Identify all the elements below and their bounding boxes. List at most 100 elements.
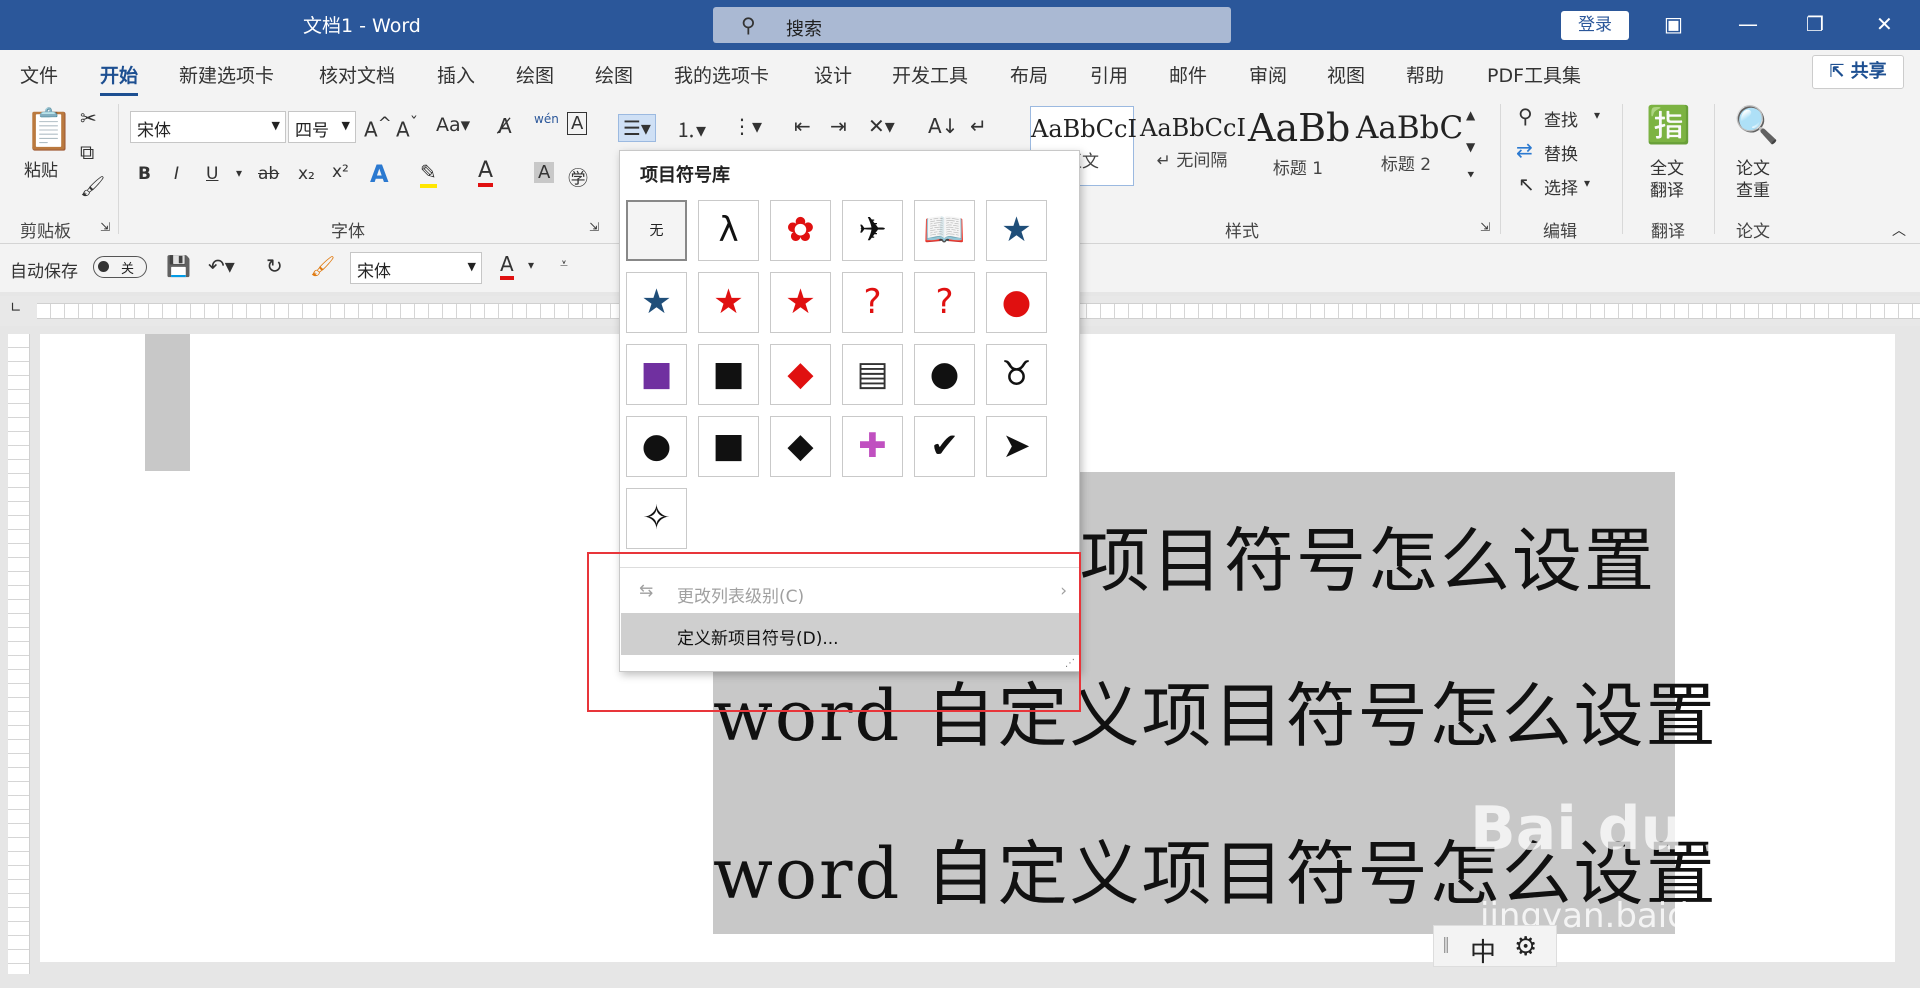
tab-draw-2[interactable]: 绘图 [595,61,633,88]
style-heading-2[interactable]: AaBbC 标题 2 [1356,106,1463,186]
restore-icon[interactable]: ❐ [1806,12,1824,36]
char-border-icon[interactable]: A [567,112,588,135]
minimize-icon[interactable]: — [1738,12,1758,36]
multilevel-list-icon[interactable]: ⋮▾ [732,114,762,138]
bullet-option[interactable]: ✔ [914,416,975,477]
bullet-option[interactable]: ✈ [842,200,903,261]
bullet-option[interactable]: ➤ [986,416,1047,477]
bullet-none[interactable]: 无 [626,200,687,261]
vertical-ruler[interactable] [8,334,30,974]
bullet-option[interactable]: ? [914,272,975,333]
bullet-option[interactable]: ◆ [770,416,831,477]
tab-layout[interactable]: 布局 [1010,61,1048,88]
autosave-toggle[interactable]: 关 [93,256,147,278]
dialog-launcher-icon[interactable]: ⇲ [589,220,599,234]
bullets-icon[interactable]: ☰▾ [618,114,656,142]
bullet-option[interactable]: ■ [698,344,759,405]
select-icon[interactable]: ↖ [1518,172,1535,196]
tab-selector-icon[interactable]: ∟ [10,300,22,316]
superscript-icon[interactable]: x² [332,162,349,182]
translate-icon[interactable]: 🈯 [1646,104,1691,146]
document-line[interactable]: 项目符号怎么设置 [1080,505,1656,606]
save-icon[interactable]: 💾 [166,254,191,278]
bullet-option[interactable]: ★ [770,272,831,333]
tab-view[interactable]: 视图 [1327,61,1365,88]
shrink-font-icon[interactable]: Aˇ [396,114,418,142]
bullet-option[interactable]: ✧ [626,488,687,549]
font-color-icon[interactable]: A [500,252,514,280]
style-heading-1[interactable]: AaBb 标题 1 [1248,106,1350,186]
bullet-option[interactable]: ★ [698,272,759,333]
chevron-down-icon[interactable]: ▾ [528,258,534,272]
chevron-down-icon[interactable]: ▼ [1466,140,1475,154]
find-button[interactable]: 查找 [1544,106,1578,131]
tab-developer[interactable]: 开发工具 [892,61,968,88]
copy-icon[interactable]: ⧉ [80,140,94,164]
bullet-option[interactable]: ■ [626,344,687,405]
phonetic-guide-button[interactable]: wén [534,112,559,126]
bullet-option[interactable]: ★ [626,272,687,333]
bullet-option[interactable]: ● [914,344,975,405]
ribbon-display-icon[interactable]: ▣ [1664,12,1683,36]
search-box[interactable]: ⚲ 搜索 [713,7,1231,43]
strikethrough-icon[interactable]: ab [258,164,279,184]
collapse-ribbon-icon[interactable]: ︿ [1892,220,1906,240]
replace-button[interactable]: 替换 [1544,140,1578,165]
cut-icon[interactable]: ✂ [80,106,97,130]
tab-design[interactable]: 设计 [814,61,852,88]
gear-icon[interactable]: ⚙ [1514,932,1537,962]
subscript-icon[interactable]: x₂ [298,164,315,184]
tab-review[interactable]: 审阅 [1249,61,1287,88]
sort-icon[interactable]: A↓ [928,114,958,138]
bullet-option[interactable]: ★ [986,200,1047,261]
highlight-icon[interactable]: ✎ [420,160,437,188]
dialog-launcher-icon[interactable]: ⇲ [1480,220,1490,234]
tab-pdf-tools[interactable]: PDF工具集 [1487,61,1581,88]
increase-indent-icon[interactable]: ⇥ [830,114,847,138]
font-name-dropdown[interactable]: 宋体 ▼ [130,111,286,143]
paper-check-label-2[interactable]: 查重 [1736,176,1770,201]
redo-icon[interactable]: ↻ [266,254,283,278]
bullet-option[interactable]: ● [986,272,1047,333]
customize-qat-icon[interactable]: ⩡ [560,256,568,272]
tab-insert[interactable]: 插入 [437,61,475,88]
more-styles-icon[interactable]: ⯆ [1466,168,1476,183]
enclose-char-icon[interactable]: ㊫ [568,162,588,191]
underline-icon[interactable]: U [206,164,218,184]
close-icon[interactable]: ✕ [1876,12,1893,36]
chinese-layout-icon[interactable]: ✕▾ [868,114,895,138]
tab-references[interactable]: 引用 [1090,61,1128,88]
tab-help[interactable]: 帮助 [1406,61,1444,88]
text-effects-icon[interactable]: A [370,160,389,188]
change-case-button[interactable]: Aa▾ [436,114,470,136]
tab-home[interactable]: 开始 [100,61,139,96]
tab-new-tab[interactable]: 新建选项卡 [179,61,274,88]
bullet-option[interactable]: ● [626,416,687,477]
find-icon[interactable]: ⚲ [1518,104,1533,128]
bullet-option[interactable]: ▤ [842,344,903,405]
bullet-option[interactable]: ? [842,272,903,333]
format-painter-icon[interactable]: 🖌 [80,174,105,198]
bullet-option[interactable]: ✚ [842,416,903,477]
decrease-indent-icon[interactable]: ⇤ [794,114,811,138]
tab-file[interactable]: 文件 [20,61,58,88]
tab-mailings[interactable]: 邮件 [1169,61,1207,88]
ime-toolbar[interactable]: ‖ 中 ⚙ [1433,925,1557,969]
bold-icon[interactable]: B [138,164,151,184]
font-size-dropdown[interactable]: 四号 ▼ [288,111,356,143]
style-no-spacing[interactable]: AaBbCcI ↵ 无间隔 [1140,106,1246,186]
numbering-icon[interactable]: ⒈▾ [676,114,706,143]
bullet-option[interactable]: ◆ [770,344,831,405]
bullet-option[interactable]: λ [698,200,759,261]
login-button[interactable]: 登录 [1561,11,1629,40]
chevron-up-icon[interactable]: ▲ [1466,108,1475,122]
dialog-launcher-icon[interactable]: ⇲ [100,220,110,234]
qat-font-dropdown[interactable]: 宋体 ▼ [350,252,482,284]
clear-format-icon[interactable]: A̸ [498,114,512,138]
bullet-option[interactable]: ■ [698,416,759,477]
ime-mode[interactable]: 中 [1470,932,1496,969]
format-painter-icon[interactable]: 🖌 [310,254,335,278]
paper-check-icon[interactable]: 🔍 [1734,104,1779,146]
tab-my-tab[interactable]: 我的选项卡 [674,61,769,88]
full-translate-label-2[interactable]: 翻译 [1650,176,1684,201]
